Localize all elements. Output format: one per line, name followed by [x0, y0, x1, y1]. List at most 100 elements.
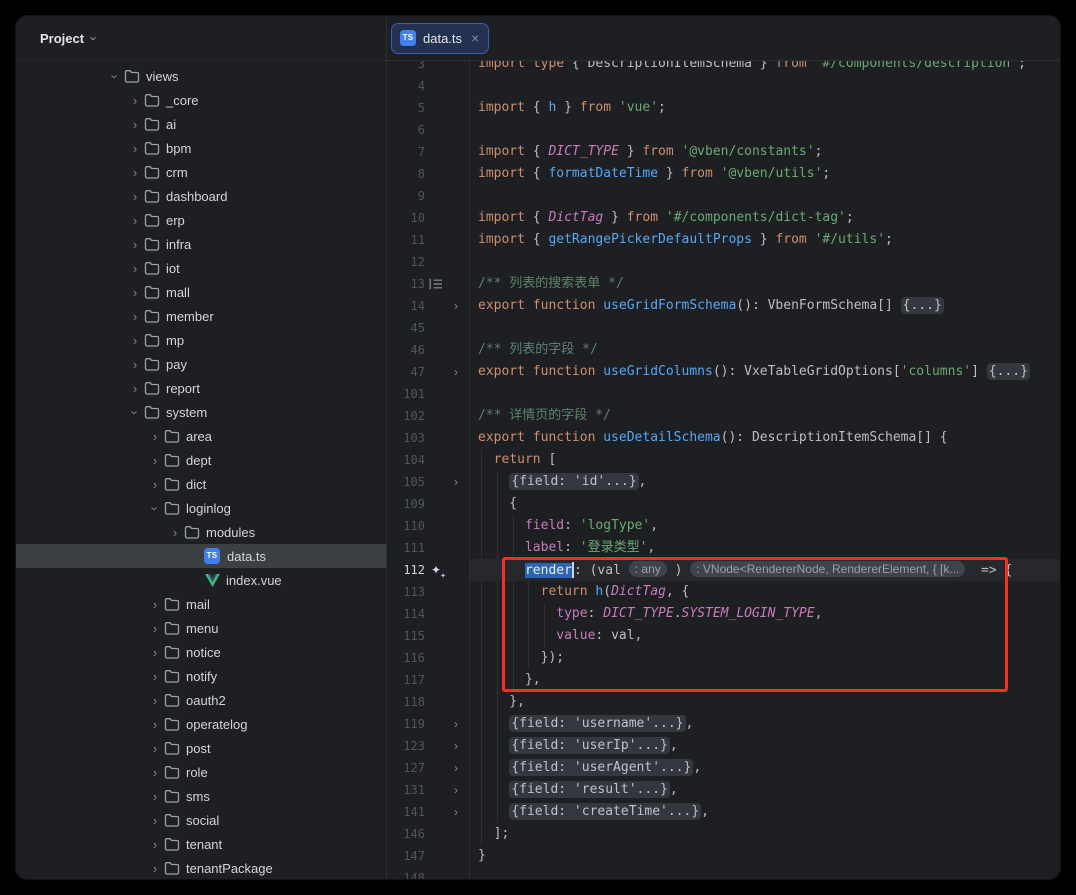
render-doc-comment-icon[interactable]	[425, 278, 447, 290]
code-text[interactable]	[470, 75, 1060, 97]
chevron-right-icon[interactable]: ›	[167, 526, 183, 539]
fold-toggle-icon[interactable]: ›	[447, 718, 465, 730]
chevron-right-icon[interactable]: ›	[147, 742, 163, 755]
chevron-right-icon[interactable]: ›	[127, 118, 143, 131]
chevron-right-icon[interactable]: ›	[127, 94, 143, 107]
chevron-right-icon[interactable]: ›	[127, 214, 143, 227]
close-tab-icon[interactable]: ×	[471, 31, 479, 45]
code-text[interactable]: {field: 'userAgent'...},	[470, 757, 1060, 779]
tree-item-dept[interactable]: › dept	[16, 448, 386, 472]
chevron-right-icon[interactable]: ›	[147, 838, 163, 851]
tree-item-menu[interactable]: › menu	[16, 616, 386, 640]
tree-item-mp[interactable]: › mp	[16, 328, 386, 352]
tree-item-_core[interactable]: › _core	[16, 88, 386, 112]
code-text[interactable]: return [	[470, 449, 1060, 471]
chevron-right-icon[interactable]: ›	[149, 500, 162, 516]
code-text[interactable]: });	[470, 647, 1060, 669]
code-text[interactable]: ];	[470, 823, 1060, 845]
code-text[interactable]: import { getRangePickerDefaultProps } fr…	[470, 229, 1060, 251]
code-text[interactable]	[470, 867, 1060, 879]
tree-item-dashboard[interactable]: › dashboard	[16, 184, 386, 208]
code-text[interactable]: /** 列表的字段 */	[470, 339, 1060, 361]
code-text[interactable]	[470, 185, 1060, 207]
tree-item-member[interactable]: › member	[16, 304, 386, 328]
chevron-right-icon[interactable]: ›	[127, 166, 143, 179]
code-text[interactable]: {field: 'username'...},	[470, 713, 1060, 735]
fold-toggle-icon[interactable]: ›	[447, 740, 465, 752]
gutter-icon-slot[interactable]: ✦✦	[425, 564, 447, 576]
chevron-right-icon[interactable]: ›	[127, 142, 143, 155]
tree-item-iot[interactable]: › iot	[16, 256, 386, 280]
tree-item-tenantPackage[interactable]: › tenantPackage	[16, 856, 386, 879]
code-text[interactable]: export function useGridFormSchema(): Vbe…	[470, 295, 1060, 317]
fold-toggle-icon[interactable]: ›	[447, 806, 465, 818]
tree-item-sms[interactable]: › sms	[16, 784, 386, 808]
tree-item-report[interactable]: › report	[16, 376, 386, 400]
chevron-right-icon[interactable]: ›	[127, 382, 143, 395]
tree-item-role[interactable]: › role	[16, 760, 386, 784]
code-text[interactable]: label: '登录类型',	[470, 537, 1060, 559]
code-text[interactable]: import type { DescriptionItemSchema } fr…	[470, 61, 1060, 75]
chevron-right-icon[interactable]: ›	[127, 358, 143, 371]
code-text[interactable]	[470, 251, 1060, 273]
tree-item-oauth2[interactable]: › oauth2	[16, 688, 386, 712]
chevron-right-icon[interactable]: ›	[147, 766, 163, 779]
code-text[interactable]: render: (val : any ) : VNode<RendererNod…	[470, 559, 1060, 581]
tree-item-index-vue[interactable]: › index.vue	[16, 568, 386, 592]
fold-toggle-icon[interactable]: ›	[447, 300, 465, 312]
code-text[interactable]: {field: 'id'...},	[470, 471, 1060, 493]
chevron-right-icon[interactable]: ›	[147, 814, 163, 827]
code-text[interactable]: export function useDetailSchema(): Descr…	[470, 427, 1060, 449]
chevron-right-icon[interactable]: ›	[127, 262, 143, 275]
code-text[interactable]: {field: 'createTime'...},	[470, 801, 1060, 823]
tree-item-bpm[interactable]: › bpm	[16, 136, 386, 160]
tree-item-loginlog[interactable]: › loginlog	[16, 496, 386, 520]
code-text[interactable]: /** 详情页的字段 */	[470, 405, 1060, 427]
code-text[interactable]: import { DICT_TYPE } from '@vben/constan…	[470, 141, 1060, 163]
chevron-right-icon[interactable]: ›	[127, 334, 143, 347]
code-text[interactable]: import { DictTag } from '#/components/di…	[470, 207, 1060, 229]
chevron-right-icon[interactable]: ›	[147, 454, 163, 467]
tree-item-infra[interactable]: › infra	[16, 232, 386, 256]
tree-item-ai[interactable]: › ai	[16, 112, 386, 136]
code-text[interactable]: import { h } from 'vue';	[470, 97, 1060, 119]
tree-item-views[interactable]: › views	[16, 64, 386, 88]
code-text[interactable]: },	[470, 691, 1060, 713]
tree-item-erp[interactable]: › erp	[16, 208, 386, 232]
code-text[interactable]: return h(DictTag, {	[470, 581, 1060, 603]
tree-item-pay[interactable]: › pay	[16, 352, 386, 376]
tree-item-system[interactable]: › system	[16, 400, 386, 424]
tree-item-operatelog[interactable]: › operatelog	[16, 712, 386, 736]
chevron-right-icon[interactable]: ›	[147, 622, 163, 635]
tree-item-area[interactable]: › area	[16, 424, 386, 448]
code-text[interactable]: },	[470, 669, 1060, 691]
chevron-right-icon[interactable]: ›	[147, 670, 163, 683]
tree-item-social[interactable]: › social	[16, 808, 386, 832]
fold-toggle-icon[interactable]: ›	[447, 784, 465, 796]
code-text[interactable]: {	[470, 493, 1060, 515]
code-text[interactable]	[470, 119, 1060, 141]
tree-item-tenant[interactable]: › tenant	[16, 832, 386, 856]
chevron-right-icon[interactable]: ›	[147, 430, 163, 443]
code-text[interactable]: {field: 'userIp'...},	[470, 735, 1060, 757]
chevron-right-icon[interactable]: ›	[147, 478, 163, 491]
tree-item-data-ts[interactable]: › TS data.ts	[16, 544, 386, 568]
fold-toggle-icon[interactable]: ›	[447, 476, 465, 488]
chevron-right-icon[interactable]: ›	[147, 598, 163, 611]
chevron-right-icon[interactable]: ›	[147, 646, 163, 659]
code-text[interactable]: value: val,	[470, 625, 1060, 647]
fold-toggle-icon[interactable]: ›	[447, 762, 465, 774]
tree-item-dict[interactable]: › dict	[16, 472, 386, 496]
chevron-right-icon[interactable]: ›	[127, 286, 143, 299]
chevron-right-icon[interactable]: ›	[127, 310, 143, 323]
chevron-right-icon[interactable]: ›	[129, 404, 142, 420]
code-text[interactable]: import { formatDateTime } from '@vben/ut…	[470, 163, 1060, 185]
code-editor[interactable]: 3 import type { DescriptionItemSchema } …	[387, 61, 1060, 879]
chevron-right-icon[interactable]: ›	[147, 718, 163, 731]
tree-item-crm[interactable]: › crm	[16, 160, 386, 184]
tree-item-post[interactable]: › post	[16, 736, 386, 760]
tree-item-mail[interactable]: › mail	[16, 592, 386, 616]
fold-toggle-icon[interactable]: ›	[447, 366, 465, 378]
tree-item-modules[interactable]: › modules	[16, 520, 386, 544]
tree-item-notify[interactable]: › notify	[16, 664, 386, 688]
